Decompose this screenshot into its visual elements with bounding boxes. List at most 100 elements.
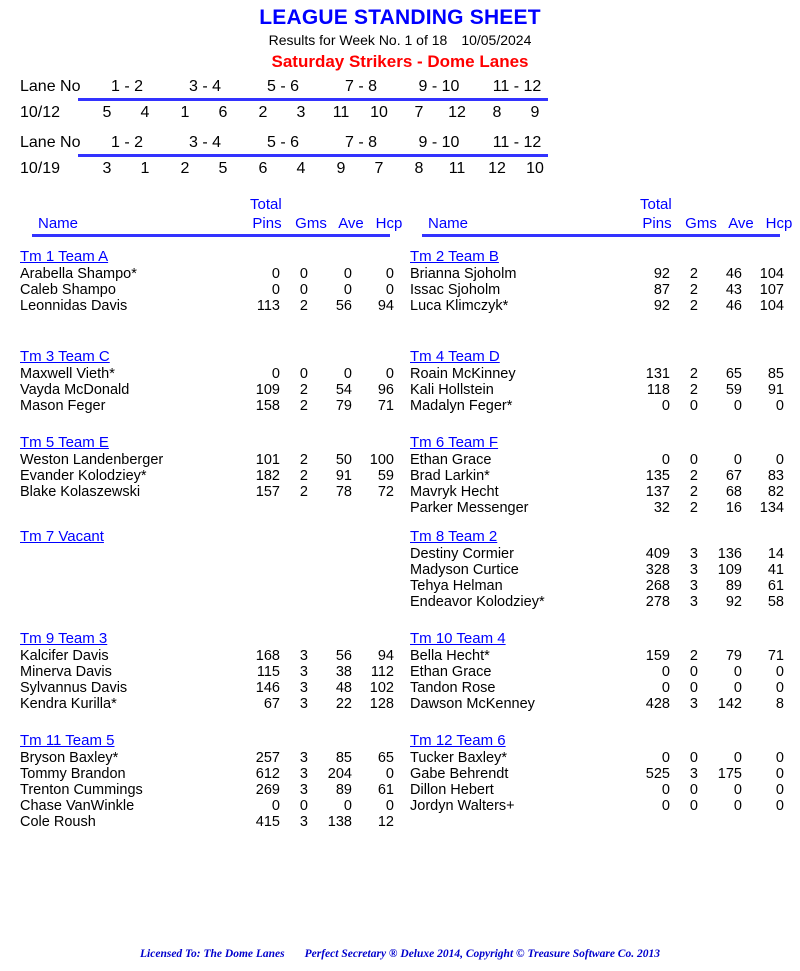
player-ave: 48 [335,680,352,696]
team-name-link[interactable]: Tm 4 Team D [410,348,780,366]
team-name-link[interactable]: Tm 10 Team 4 [410,630,780,648]
team-name-link[interactable]: Tm 12 Team 6 [410,732,780,750]
player-row: Dillon Hebert 0 0 0 0 [410,782,784,798]
player-pins: 0 [661,798,670,814]
player-gms: 3 [689,562,698,578]
player-pins: 525 [645,766,670,782]
player-name: Gabe Behrendt [410,766,509,782]
player-pins: 131 [645,366,670,382]
player-gms: 3 [689,546,698,562]
player-pins: 257 [255,750,280,766]
team-name-link[interactable]: Tm 1 Team A [20,248,390,266]
player-gms: 2 [299,484,308,500]
player-name: Kalcifer Davis [20,648,109,664]
team-name-link[interactable]: Tm 5 Team E [20,434,390,452]
lane-team-number: 1 [180,104,190,121]
player-gms: 2 [299,398,308,414]
player-gms: 3 [689,766,698,782]
player-ave: 68 [725,484,742,500]
player-hcp: 0 [775,680,784,696]
player-hcp: 58 [767,594,784,610]
player-row: Endeavor Kolodziey* 278 3 92 58 [410,594,784,610]
player-pins: 0 [661,664,670,680]
team-block: Tm 3 Team C Maxwell Vieth* 0 0 0 0 Vayda McDon… [20,348,394,414]
team-name-link[interactable]: Tm 11 Team 5 [20,732,390,750]
column-header-hcp: Hcp [765,215,793,232]
player-gms: 3 [299,664,308,680]
player-name: Tehya Helman [410,578,503,594]
column-header-pins: Pins [642,215,672,232]
player-ave: 43 [725,282,742,298]
player-ave: 0 [343,282,352,298]
lane-pair-header: 1 - 2 [110,134,143,151]
player-gms: 2 [689,298,698,314]
player-ave: 91 [335,468,352,484]
player-pins: 101 [255,452,280,468]
player-hcp: 59 [377,468,394,484]
player-name: Kendra Kurilla* [20,696,117,712]
player-row: Maxwell Vieth* 0 0 0 0 [20,366,394,382]
player-name: Blake Kolaszewski [20,484,141,500]
player-name: Cole Roush [20,814,96,830]
player-row: Tehya Helman 268 3 89 61 [410,578,784,594]
player-name: Roain McKinney [410,366,516,382]
team-name-link[interactable]: Tm 3 Team C [20,348,390,366]
player-name: Brianna Sjoholm [410,266,517,282]
player-gms: 0 [299,266,308,282]
player-row: Madalyn Feger* 0 0 0 0 [410,398,784,414]
player-row: Ethan Grace 0 0 0 0 [410,664,784,680]
team-name-link[interactable]: Tm 6 Team F [410,434,780,452]
player-name: Tandon Rose [410,680,496,696]
player-hcp: 71 [377,398,394,414]
player-row: Kali Hollstein 118 2 59 91 [410,382,784,398]
team-name-link[interactable]: Tm 8 Team 2 [410,528,780,546]
player-pins: 118 [646,382,670,398]
column-header-name: Name [38,215,79,232]
player-ave: 56 [335,298,352,314]
player-pins: 0 [661,750,670,766]
player-ave: 79 [725,648,742,664]
player-row: Madyson Curtice 328 3 109 41 [410,562,784,578]
player-ave: 0 [343,266,352,282]
player-name: Destiny Cormier [410,546,514,562]
player-hcp: 61 [377,782,394,798]
player-pins: 415 [255,814,280,830]
team-name-link[interactable]: Tm 9 Team 3 [20,630,390,648]
team-name-link[interactable]: Tm 7 Vacant [20,528,390,546]
lane-pair-header: 11 - 12 [492,134,542,151]
player-ave: 0 [733,798,742,814]
player-pins: 115 [256,664,280,680]
player-pins: 0 [661,398,670,414]
player-name: Kali Hollstein [410,382,494,398]
player-hcp: 0 [775,766,784,782]
player-hcp: 8 [775,696,784,712]
player-row: Cole Roush 415 3 138 12 [20,814,394,830]
team-block: Tm 4 Team D Roain McKinney 131 2 65 85 Kali Ho… [410,348,784,414]
player-row: Kendra Kurilla* 67 3 22 128 [20,696,394,712]
player-pins: 0 [661,680,670,696]
player-hcp: 71 [767,648,784,664]
player-name: Minerva Davis [20,664,112,680]
player-row: Arabella Shampo* 0 0 0 0 [20,266,394,282]
lane-team-number: 2 [258,104,268,121]
results-line: Results for Week No. 1 of 18 10/05/2024 [0,31,800,49]
player-hcp: 0 [775,664,784,680]
player-ave: 78 [335,484,352,500]
player-name: Bella Hecht* [410,648,490,664]
player-hcp: 0 [775,798,784,814]
player-gms: 2 [689,648,698,664]
lane-values-row: 10/19 3 1 2 5 6 4 9 7 8 11 12 10 [0,160,800,182]
table-header-rule [32,234,390,237]
standings-column-left: Total Name Pins Gms Ave Hcp Tm 1 Team AA… [20,196,402,830]
player-pins: 0 [271,282,280,298]
lane-pair-header: 9 - 10 [418,134,460,151]
lane-team-number: 4 [140,104,150,121]
player-row: Kalcifer Davis 168 3 56 94 [20,648,394,664]
footer-copyright: Perfect Secretary ® Deluxe 2014, Copyrig… [304,948,660,960]
player-name: Madalyn Feger* [410,398,513,414]
player-hcp: 128 [369,696,394,712]
team-name-link[interactable]: Tm 2 Team B [410,248,780,266]
player-ave: 46 [725,266,742,282]
player-name: Ethan Grace [410,664,492,680]
player-ave: 46 [725,298,742,314]
